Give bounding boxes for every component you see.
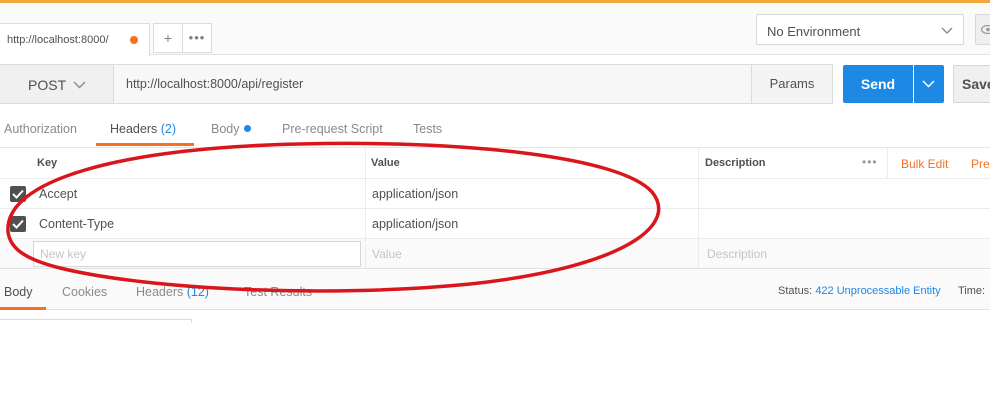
column-divider	[698, 148, 699, 178]
column-divider	[365, 179, 366, 208]
request-tabs: Authorization Headers (2) Body Pre-reque…	[0, 116, 990, 146]
new-tab-button[interactable]: +	[153, 23, 183, 53]
chevron-down-icon	[941, 27, 953, 34]
response-tab-test-results[interactable]: Test Results	[244, 285, 312, 299]
headers-table: Key Value Description ••• Bulk Edit Pres…	[0, 147, 990, 269]
params-button[interactable]: Params	[751, 64, 833, 104]
column-divider	[365, 239, 366, 268]
new-header-row: Value Description	[0, 239, 990, 269]
presets-link[interactable]: Presets	[971, 157, 990, 171]
checkbox-checked-icon	[12, 189, 24, 199]
response-status: Status: 422 Unprocessable Entity	[778, 285, 941, 297]
tab-options-button[interactable]: •••	[182, 23, 212, 53]
tab-headers-label: Headers	[110, 122, 158, 136]
status-label: Status:	[778, 285, 813, 297]
response-tab-headers-label: Headers	[136, 285, 184, 299]
response-tab-body[interactable]: Body	[4, 285, 33, 299]
url-input[interactable]	[114, 64, 752, 104]
column-key-header: Key	[37, 157, 58, 169]
header-key-cell[interactable]: Accept	[39, 187, 77, 201]
bulk-edit-link[interactable]: Bulk Edit	[901, 157, 948, 171]
environment-select-value: No Environment	[767, 24, 861, 39]
row-enabled-checkbox[interactable]	[10, 186, 26, 202]
method-select[interactable]: POST	[0, 64, 114, 104]
header-key-cell[interactable]: Content-Type	[39, 217, 114, 231]
tab-body-label: Body	[211, 122, 240, 136]
environment-select[interactable]: No Environment	[756, 14, 964, 45]
column-divider	[365, 209, 366, 238]
table-header-row: Key Value Description ••• Bulk Edit Pres…	[0, 148, 990, 179]
active-tab-indicator	[0, 307, 46, 310]
method-select-value: POST	[28, 77, 67, 93]
response-tab-cookies[interactable]: Cookies	[62, 285, 107, 299]
column-divider	[698, 209, 699, 238]
active-tab-indicator	[96, 143, 194, 146]
tab-headers[interactable]: Headers (2)	[110, 122, 176, 136]
unsaved-dot-icon	[130, 36, 138, 44]
modified-dot-icon	[243, 125, 251, 132]
table-options-button[interactable]: •••	[862, 155, 878, 169]
table-row: Content-Type application/json	[0, 209, 990, 239]
checkbox-checked-icon	[12, 219, 24, 229]
new-key-input[interactable]	[33, 241, 361, 267]
eye-icon	[981, 25, 990, 34]
column-description-header: Description	[705, 157, 766, 169]
column-divider	[887, 148, 888, 178]
column-divider	[365, 148, 366, 178]
column-value-header: Value	[371, 157, 400, 169]
header-value-cell[interactable]: application/json	[372, 217, 458, 231]
environment-quick-look-button[interactable]	[975, 14, 990, 45]
response-tab-headers-count: (12)	[186, 285, 209, 299]
save-button[interactable]: Save	[953, 65, 990, 103]
response-body-area	[0, 319, 192, 323]
column-divider	[698, 179, 699, 208]
new-description-input[interactable]: Description	[707, 247, 767, 261]
chevron-down-icon	[73, 81, 86, 89]
tab-prerequest-script[interactable]: Pre-request Script	[282, 122, 383, 136]
row-enabled-checkbox[interactable]	[10, 216, 26, 232]
request-url-bar: POST Params Send Save	[0, 64, 990, 104]
table-row: Accept application/json	[0, 179, 990, 209]
column-divider	[698, 239, 699, 268]
header-value-cell[interactable]: application/json	[372, 187, 458, 201]
new-value-input[interactable]: Value	[372, 247, 402, 261]
send-button[interactable]: Send	[843, 65, 913, 103]
response-tabs: Body Cookies Headers (12) Test Results S…	[0, 270, 990, 310]
response-tab-headers[interactable]: Headers (12)	[136, 285, 209, 299]
request-tab-label: http://localhost:8000/	[7, 34, 109, 46]
tab-body[interactable]: Body	[211, 122, 251, 136]
send-options-button[interactable]	[914, 65, 944, 103]
tab-tests[interactable]: Tests	[413, 122, 442, 136]
request-tab[interactable]: http://localhost:8000/	[0, 23, 150, 56]
tab-headers-count: (2)	[160, 122, 177, 136]
status-value[interactable]: 422 Unprocessable Entity	[815, 285, 940, 297]
response-time-label: Time:	[958, 285, 986, 297]
tab-strip: http://localhost:8000/ + ••• No Environm…	[0, 3, 990, 56]
tab-authorization[interactable]: Authorization	[4, 122, 77, 136]
chevron-down-icon	[922, 80, 935, 88]
